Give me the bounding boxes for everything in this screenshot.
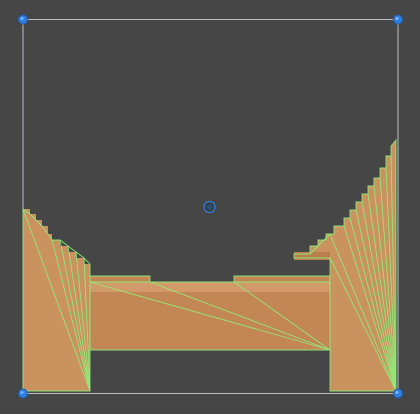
corner-handle-top-left[interactable]: [18, 14, 28, 25]
corner-handle-bottom-right[interactable]: [393, 388, 403, 399]
corner-handle-top-right[interactable]: [393, 14, 403, 25]
corner-handle-bottom-left[interactable]: [18, 388, 28, 399]
sprite-shape: [23, 140, 396, 391]
sprite-editor-canvas[interactable]: [0, 0, 420, 414]
beam-top-highlight: [90, 282, 330, 292]
right-pillar: [294, 140, 396, 391]
right-step-shade: [294, 252, 330, 260]
pivot-handle[interactable]: [203, 200, 216, 214]
sprite-scene: [18, 14, 403, 399]
